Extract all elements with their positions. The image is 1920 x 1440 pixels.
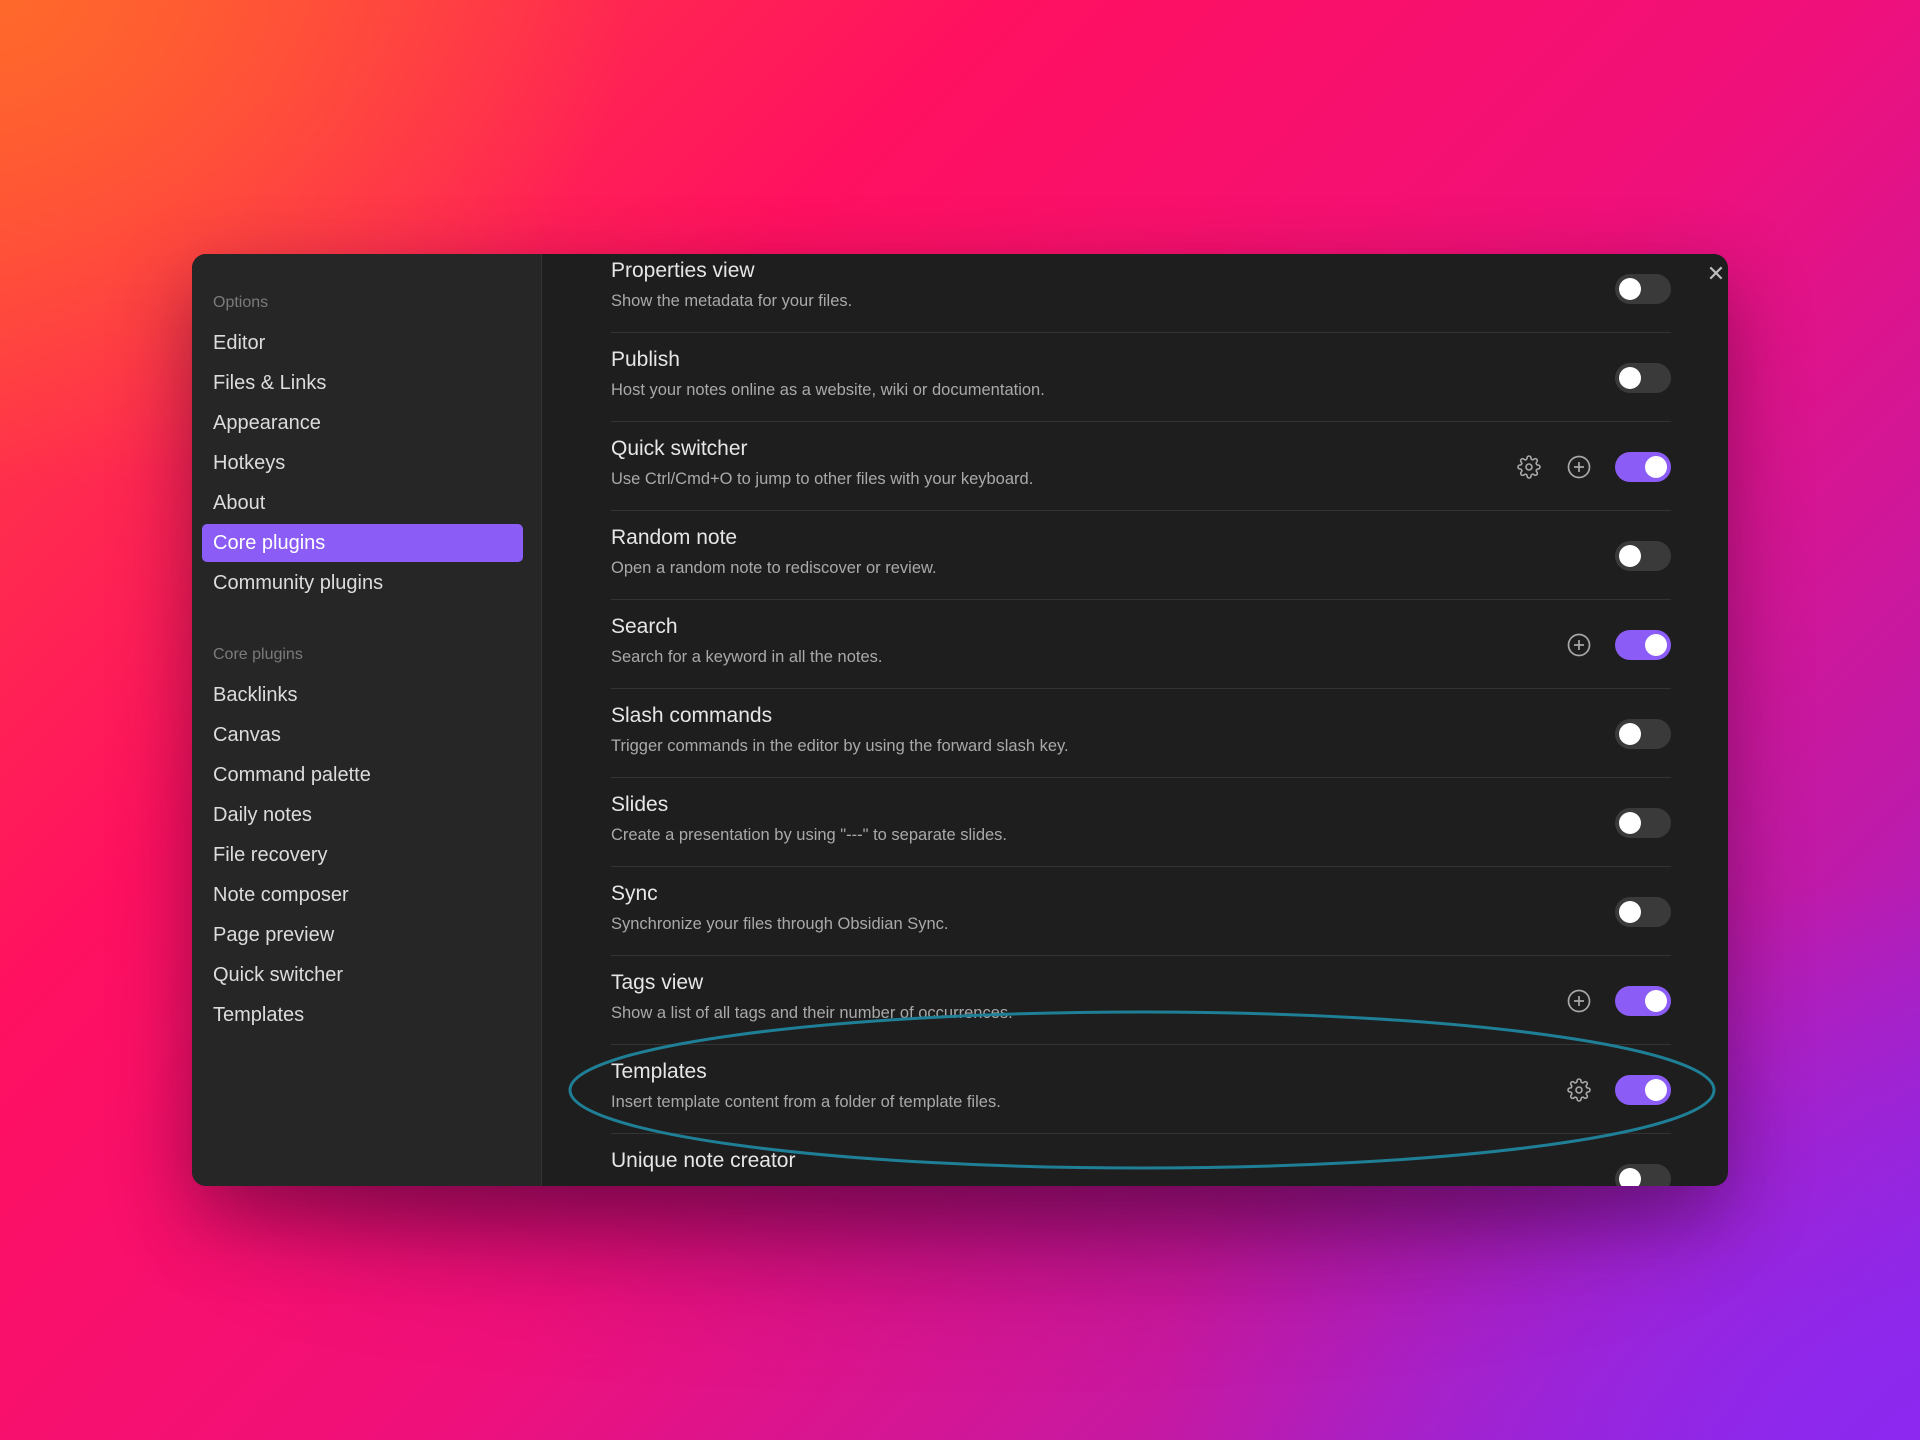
plugin-row-slides: Slides Create a presentation by using "--… bbox=[611, 778, 1671, 867]
core-plugins-heading: Core plugins bbox=[213, 646, 303, 663]
plugin-toggle[interactable] bbox=[1615, 363, 1671, 393]
plugin-row-tags-view: Tags view Show a list of all tags and the… bbox=[611, 956, 1671, 1045]
sidebar-item-quick-switcher[interactable]: Quick switcher bbox=[202, 956, 523, 994]
sidebar-item-hotkeys[interactable]: Hotkeys bbox=[202, 444, 523, 482]
plugin-title: Sync bbox=[611, 882, 658, 905]
plugin-title: Properties view bbox=[611, 259, 755, 282]
plugin-description: Search for a keyword in all the notes. bbox=[611, 648, 883, 666]
plugin-title: Slash commands bbox=[611, 704, 773, 727]
options-heading: Options bbox=[213, 294, 269, 311]
plugin-controls bbox=[1615, 274, 1671, 304]
plugin-toggle[interactable] bbox=[1615, 630, 1671, 660]
sidebar-item-core-plugins[interactable]: Core plugins bbox=[202, 524, 523, 562]
toggle-knob bbox=[1619, 367, 1641, 389]
plugin-controls bbox=[1515, 452, 1671, 482]
plugin-description: Use Ctrl/Cmd+O to jump to other files wi… bbox=[611, 470, 1034, 488]
plus-circle-icon[interactable] bbox=[1565, 987, 1593, 1015]
plugin-description: Open a random note to rediscover or revi… bbox=[611, 559, 937, 577]
plugin-controls bbox=[1565, 1075, 1671, 1105]
settings-modal: Options Editor Files & Links Appearance Hot… bbox=[192, 254, 1728, 1186]
plugin-controls bbox=[1615, 808, 1671, 838]
plugin-toggle[interactable] bbox=[1615, 986, 1671, 1016]
settings-content: ✕ Properties view Show the metadata for y… bbox=[542, 254, 1728, 1186]
plugin-title: Templates bbox=[611, 1060, 707, 1083]
plugin-row-random-note: Random note Open a random note to redisco… bbox=[611, 511, 1671, 600]
sidebar-item-files-links[interactable]: Files & Links bbox=[202, 364, 523, 402]
toggle-knob bbox=[1645, 990, 1667, 1012]
plugin-title: Search bbox=[611, 615, 678, 638]
plugin-toggle[interactable] bbox=[1615, 1164, 1671, 1186]
plugin-description: Synchronize your files through Obsidian … bbox=[611, 915, 949, 933]
plugin-toggle[interactable] bbox=[1615, 1075, 1671, 1105]
sidebar-item-daily-notes[interactable]: Daily notes bbox=[202, 796, 523, 834]
sidebar-item-command-palette[interactable]: Command palette bbox=[202, 756, 523, 794]
plugin-controls bbox=[1565, 986, 1671, 1016]
plugin-toggle[interactable] bbox=[1615, 897, 1671, 927]
plugin-description: Show a list of all tags and their number… bbox=[611, 1004, 1013, 1022]
plugin-controls bbox=[1615, 363, 1671, 393]
plugin-controls bbox=[1615, 897, 1671, 927]
plugin-toggle[interactable] bbox=[1615, 274, 1671, 304]
plugin-row-unique-note-creator: Unique note creator bbox=[611, 1134, 1671, 1186]
toggle-knob bbox=[1645, 1079, 1667, 1101]
sidebar-item-editor[interactable]: Editor bbox=[202, 324, 523, 362]
sidebar-item-about[interactable]: About bbox=[202, 484, 523, 522]
core-plugins-list: Backlinks Canvas Command palette Daily note… bbox=[192, 676, 541, 1034]
sidebar-item-templates[interactable]: Templates bbox=[202, 996, 523, 1034]
plugin-controls bbox=[1615, 1164, 1671, 1186]
plugin-title: Tags view bbox=[611, 971, 704, 994]
plus-circle-icon[interactable] bbox=[1565, 631, 1593, 659]
sidebar-item-file-recovery[interactable]: File recovery bbox=[202, 836, 523, 874]
plugin-toggle[interactable] bbox=[1615, 452, 1671, 482]
plugin-row-sync: Sync Synchronize your files through Obsid… bbox=[611, 867, 1671, 956]
sidebar-item-backlinks[interactable]: Backlinks bbox=[202, 676, 523, 714]
sidebar-item-appearance[interactable]: Appearance bbox=[202, 404, 523, 442]
plugin-controls bbox=[1615, 541, 1671, 571]
plugin-toggle[interactable] bbox=[1615, 719, 1671, 749]
gear-icon[interactable] bbox=[1565, 1076, 1593, 1104]
plugin-row-properties-view: Properties view Show the metadata for you… bbox=[611, 254, 1671, 333]
toggle-knob bbox=[1645, 634, 1667, 656]
sidebar-item-community-plugins[interactable]: Community plugins bbox=[202, 564, 523, 602]
plugin-toggle[interactable] bbox=[1615, 541, 1671, 571]
toggle-knob bbox=[1619, 545, 1641, 567]
plugin-description: Insert template content from a folder of… bbox=[611, 1093, 1001, 1111]
plugin-title: Slides bbox=[611, 793, 669, 816]
toggle-knob bbox=[1619, 278, 1641, 300]
plugin-list: Properties view Show the metadata for you… bbox=[611, 254, 1671, 1186]
gear-icon[interactable] bbox=[1515, 453, 1543, 481]
plugin-title: Unique note creator bbox=[611, 1149, 796, 1172]
plugin-title: Publish bbox=[611, 348, 680, 371]
plus-circle-icon[interactable] bbox=[1565, 453, 1593, 481]
plugin-row-quick-switcher: Quick switcher Use Ctrl/Cmd+O to jump to … bbox=[611, 422, 1671, 511]
close-icon[interactable]: ✕ bbox=[1704, 262, 1728, 286]
plugin-description: Host your notes online as a website, wik… bbox=[611, 381, 1045, 399]
toggle-knob bbox=[1619, 1168, 1641, 1186]
sidebar-item-page-preview[interactable]: Page preview bbox=[202, 916, 523, 954]
plugin-title: Random note bbox=[611, 526, 738, 549]
plugin-controls bbox=[1615, 719, 1671, 749]
settings-sidebar: Options Editor Files & Links Appearance Hot… bbox=[192, 254, 542, 1186]
sidebar-item-canvas[interactable]: Canvas bbox=[202, 716, 523, 754]
plugin-description: Create a presentation by using "---" to … bbox=[611, 826, 1007, 844]
toggle-knob bbox=[1619, 812, 1641, 834]
plugin-row-slash-commands: Slash commands Trigger commands in the ed… bbox=[611, 689, 1671, 778]
plugin-row-publish: Publish Host your notes online as a websi… bbox=[611, 333, 1671, 422]
plugin-controls bbox=[1565, 630, 1671, 660]
plugin-description: Show the metadata for your files. bbox=[611, 292, 853, 310]
toggle-knob bbox=[1645, 456, 1667, 478]
toggle-knob bbox=[1619, 901, 1641, 923]
plugin-toggle[interactable] bbox=[1615, 808, 1671, 838]
plugin-title: Quick switcher bbox=[611, 437, 748, 460]
plugin-row-templates: Templates Insert template content from a … bbox=[611, 1045, 1671, 1134]
toggle-knob bbox=[1619, 723, 1641, 745]
plugin-description: Trigger commands in the editor by using … bbox=[611, 737, 1069, 755]
plugin-row-search: Search Search for a keyword in all the no… bbox=[611, 600, 1671, 689]
options-list: Editor Files & Links Appearance Hotkeys Abou… bbox=[192, 324, 541, 602]
sidebar-item-note-composer[interactable]: Note composer bbox=[202, 876, 523, 914]
